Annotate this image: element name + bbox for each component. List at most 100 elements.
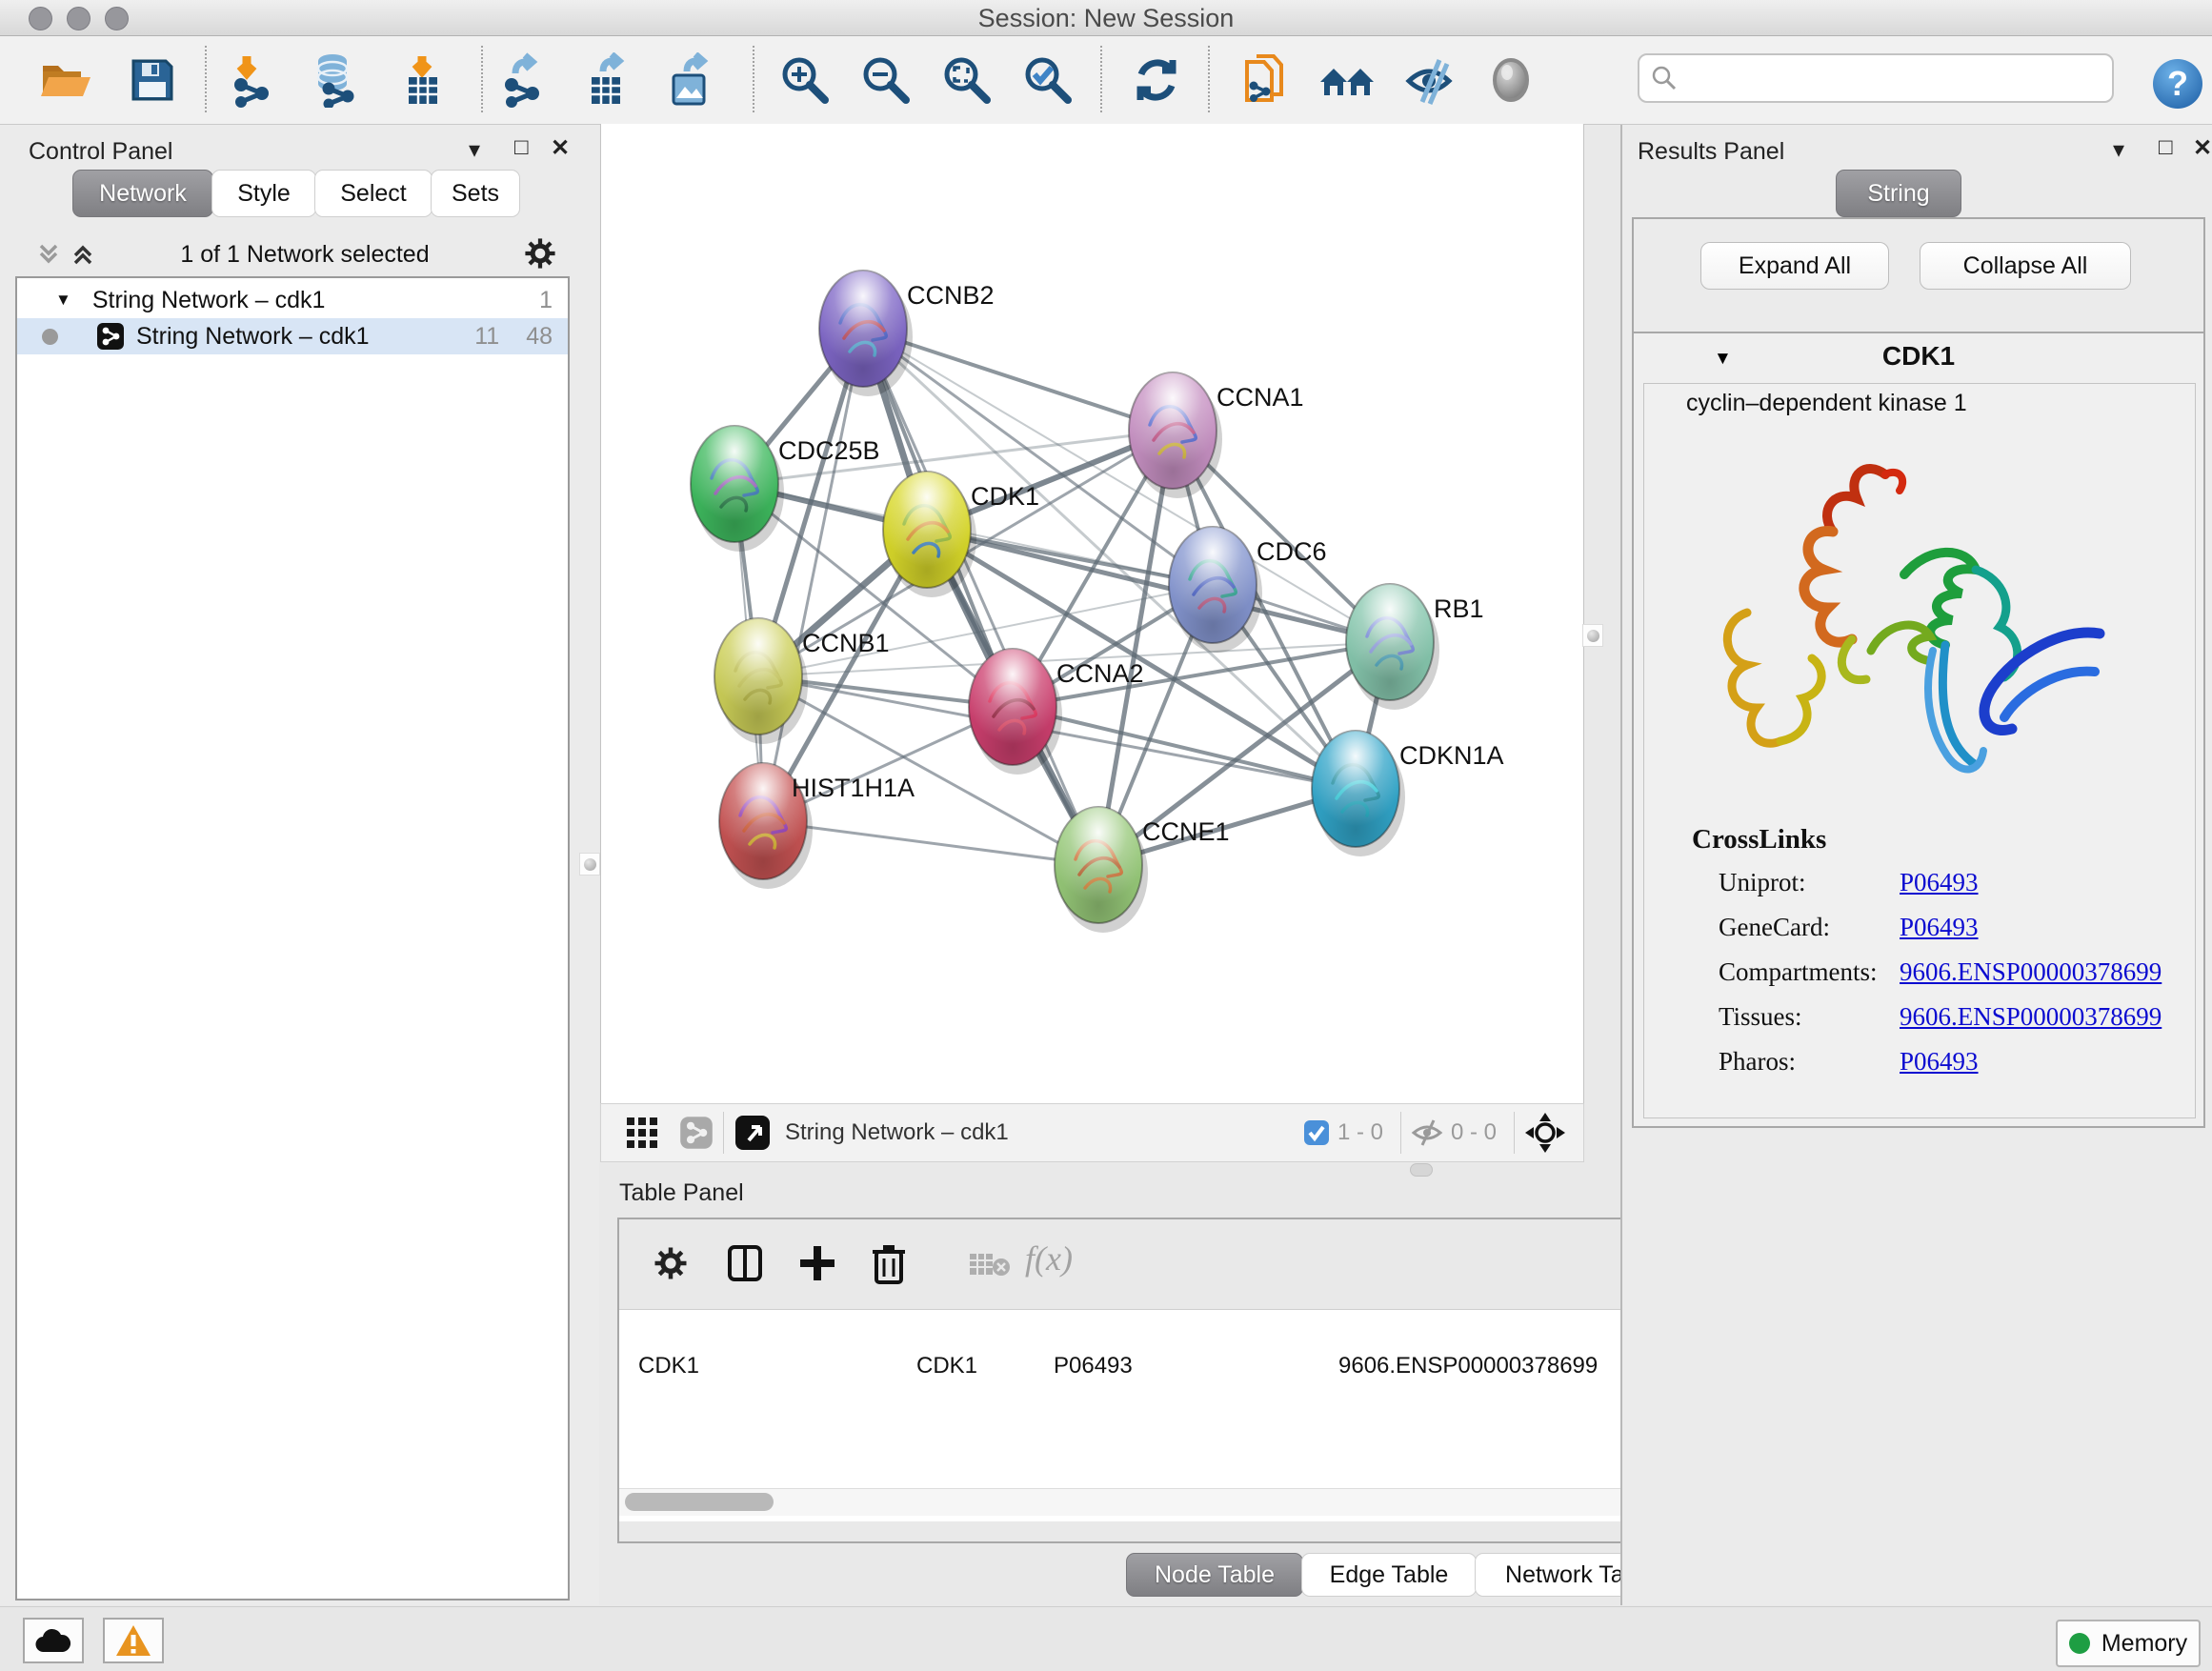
node-label: CCNE1	[1142, 817, 1230, 846]
node-label: CCNA1	[1217, 383, 1304, 412]
network-node-cdc6[interactable]	[1169, 527, 1262, 653]
tab-select[interactable]: Select	[314, 170, 432, 217]
zoom-in-button[interactable]	[773, 48, 837, 112]
svg-text:?: ?	[2167, 64, 2188, 103]
show-graphics-button[interactable]	[1478, 48, 1543, 112]
collapse-triangle-icon[interactable]: ▼	[55, 291, 71, 310]
network-row-selected[interactable]: String Network – cdk1 11 48	[17, 318, 568, 354]
panel-float-icon[interactable]: □	[514, 134, 529, 161]
zoom-out-button[interactable]	[854, 48, 918, 112]
memory-status-dot-icon	[2069, 1633, 2090, 1654]
network-edge[interactable]	[763, 821, 1098, 865]
title-bar: Session: New Session	[0, 0, 2212, 36]
network-canvas[interactable]: CCNB2CCNA1CDC25BCDK1CDC6RB1CCNB1CCNA2CDK…	[600, 124, 1584, 1103]
network-node-cdkn1a[interactable]	[1312, 731, 1405, 856]
toolbar-separator	[205, 46, 207, 112]
left-splitter-handle[interactable]	[579, 853, 600, 876]
crosslink-link[interactable]: 9606.ENSP00000378699	[1900, 1002, 2162, 1032]
table-cell[interactable]: 9606.ENSP00000378699	[1319, 1347, 1630, 1385]
network-node-rb1[interactable]	[1346, 584, 1439, 710]
cloud-status-button[interactable]	[23, 1618, 84, 1663]
entry-body: cyclin–dependent kinase 1	[1643, 383, 2196, 1118]
network-edge[interactable]	[1013, 707, 1356, 789]
show-columns-icon[interactable]	[726, 1244, 764, 1282]
export-image-button[interactable]	[657, 48, 722, 112]
memory-button[interactable]: Memory	[2056, 1620, 2201, 1667]
add-column-icon[interactable]	[798, 1244, 836, 1282]
network-collection-row[interactable]: ▼ String Network – cdk1 1	[17, 282, 568, 318]
document-share-icon	[1237, 52, 1293, 108]
string-view-icon[interactable]	[679, 1116, 714, 1150]
gear-icon[interactable]	[524, 237, 556, 270]
zoom-selected-button[interactable]	[1016, 48, 1080, 112]
zoom-fit-button[interactable]	[935, 48, 999, 112]
panel-close-icon[interactable]: ✕	[2193, 134, 2212, 162]
network-node-ccne1[interactable]	[1055, 807, 1148, 933]
grid-view-icon[interactable]	[626, 1117, 658, 1149]
gene-name: CDK1	[1634, 341, 2203, 372]
node-label: HIST1H1A	[792, 774, 915, 802]
import-table-from-file-button[interactable]	[391, 48, 455, 112]
eye-slash-icon	[1401, 52, 1457, 108]
toolbar-divider	[723, 1112, 724, 1154]
zoom-fit-icon	[939, 52, 995, 108]
node-label: CDC6	[1257, 537, 1327, 566]
tab-network[interactable]: Network	[72, 170, 213, 217]
export-table-button[interactable]	[575, 48, 640, 112]
tab-style[interactable]: Style	[211, 170, 316, 217]
table-panel-title: Table Panel	[619, 1179, 744, 1207]
warning-status-button[interactable]	[103, 1618, 164, 1663]
panel-menu-icon[interactable]: ▾	[469, 136, 480, 164]
crosslink-link[interactable]: P06493	[1900, 913, 1979, 942]
selected-checkbox-icon[interactable]	[1303, 1119, 1330, 1146]
help-button[interactable]: ?	[2145, 51, 2210, 116]
crosslink-link[interactable]: P06493	[1900, 1047, 1979, 1077]
network-node-ccnb1[interactable]	[714, 618, 808, 744]
current-network-dot-icon	[42, 329, 58, 345]
import-network-from-database-button[interactable]	[303, 48, 368, 112]
tab-node-table[interactable]: Node Table	[1126, 1553, 1303, 1597]
collapse-all-chevron-icon[interactable]	[70, 242, 95, 267]
open-session-button[interactable]	[32, 48, 97, 112]
export-image-icon	[662, 52, 717, 108]
scrollbar-thumb[interactable]	[625, 1493, 774, 1511]
tab-sets[interactable]: Sets	[431, 170, 520, 217]
right-splitter-handle[interactable]	[1582, 624, 1603, 647]
protein-structure-image	[1690, 422, 2109, 813]
panel-close-icon[interactable]: ✕	[551, 134, 570, 162]
toolbar-separator	[481, 46, 483, 112]
gear-icon[interactable]	[654, 1246, 688, 1280]
export-network-button[interactable]	[493, 48, 558, 112]
panel-menu-icon[interactable]: ▾	[2113, 136, 2124, 164]
crosslink-link[interactable]: P06493	[1900, 868, 1979, 897]
node-label: CCNA2	[1056, 659, 1144, 688]
open-view-icon[interactable]	[734, 1114, 772, 1152]
search-input[interactable]	[1683, 59, 2102, 95]
import-network-icon	[228, 52, 283, 108]
network-node-ccnb2[interactable]	[819, 271, 913, 396]
expand-all-chevron-icon[interactable]	[36, 242, 61, 267]
refresh-button[interactable]	[1124, 48, 1189, 112]
birdseye-toggle-icon[interactable]	[1524, 1112, 1566, 1154]
panel-float-icon[interactable]: □	[2159, 134, 2173, 161]
function-builder-icon-disabled: f(x)	[1025, 1238, 1073, 1278]
network-node-ccna2[interactable]	[969, 649, 1062, 775]
delete-column-icon[interactable]	[869, 1242, 909, 1284]
expand-all-button[interactable]: Expand All	[1700, 242, 1889, 290]
table-cell[interactable]: CDK1	[619, 1347, 878, 1385]
first-neighbors-button[interactable]	[1233, 48, 1297, 112]
table-cell[interactable]: P06493	[1035, 1347, 1319, 1385]
houses-icon	[1318, 53, 1376, 107]
tab-string-results[interactable]: String	[1836, 170, 1961, 217]
tab-edge-table[interactable]: Edge Table	[1301, 1553, 1477, 1597]
open-folder-icon	[37, 52, 92, 108]
hide-unhide-button[interactable]	[1397, 48, 1461, 112]
table-cell[interactable]: CDK1	[878, 1347, 1035, 1385]
crosslink-link[interactable]: 9606.ENSP00000378699	[1900, 957, 2162, 987]
save-session-button[interactable]	[120, 48, 185, 112]
horizontal-splitter-handle[interactable]	[1410, 1163, 1433, 1177]
import-network-from-file-button[interactable]	[223, 48, 288, 112]
collapse-all-button[interactable]: Collapse All	[1920, 242, 2131, 290]
collection-count: 1	[539, 287, 553, 314]
houses-button[interactable]	[1315, 48, 1379, 112]
